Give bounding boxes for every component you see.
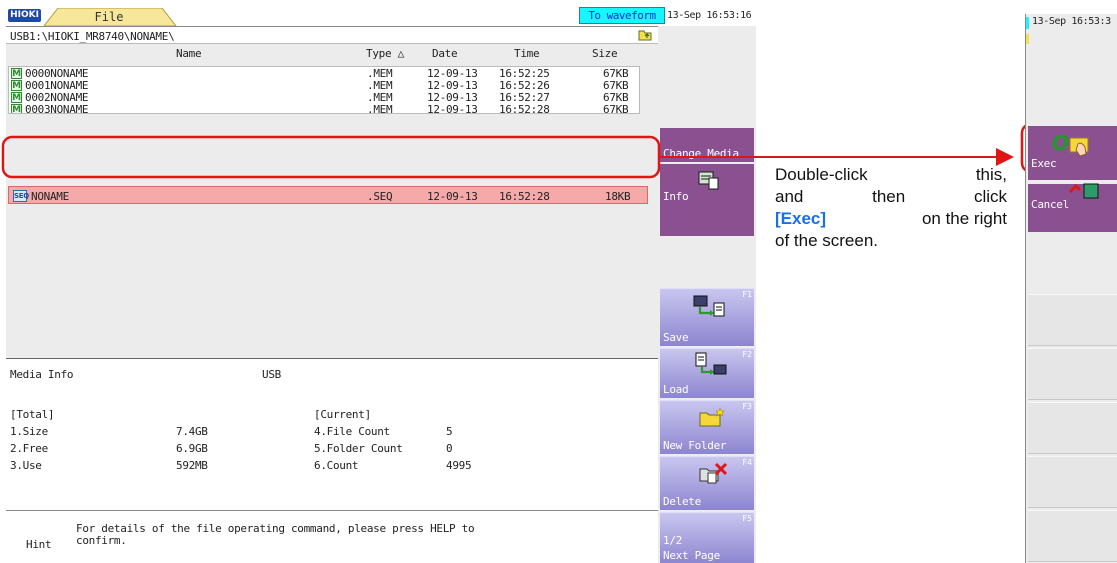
annotation-overlay [1, 122, 1116, 179]
exec-hand-icon: O [1052, 131, 1089, 157]
callout-word: on the right [921, 209, 1007, 228]
right-datetime: 13-Sep 16:53:3 [1032, 16, 1111, 27]
cancel-label: Cancel [1031, 198, 1069, 211]
right-function-panel: 13-Sep 16:53:3 O Exec Cancel [1025, 14, 1117, 563]
empty-key[interactable] [1028, 456, 1117, 508]
cancel-icon [1068, 183, 1099, 199]
yellow-marker [1026, 34, 1029, 44]
empty-key[interactable] [1028, 510, 1117, 562]
callout-word: and [775, 187, 804, 206]
empty-key[interactable] [1028, 402, 1117, 454]
callout-word: Double-click [775, 165, 868, 184]
exec-label: Exec [1031, 157, 1057, 170]
callout-exec-word: [Exec] [775, 209, 827, 228]
svg-text:O: O [1052, 131, 1069, 155]
callout-word: click [973, 187, 1007, 206]
callout-word: this, [975, 165, 1007, 184]
callout-word: then [872, 187, 906, 206]
empty-key[interactable] [1028, 294, 1117, 346]
exec-button[interactable]: O Exec [1028, 126, 1117, 180]
selection-highlight [1, 135, 661, 179]
cyan-marker [1026, 17, 1029, 29]
callout-word: of the screen. [775, 231, 879, 250]
cancel-button[interactable]: Cancel [1028, 183, 1117, 232]
empty-key[interactable] [1028, 348, 1117, 400]
instruction-callout: Double-click this, and then click [Exec] on … [775, 164, 1007, 252]
